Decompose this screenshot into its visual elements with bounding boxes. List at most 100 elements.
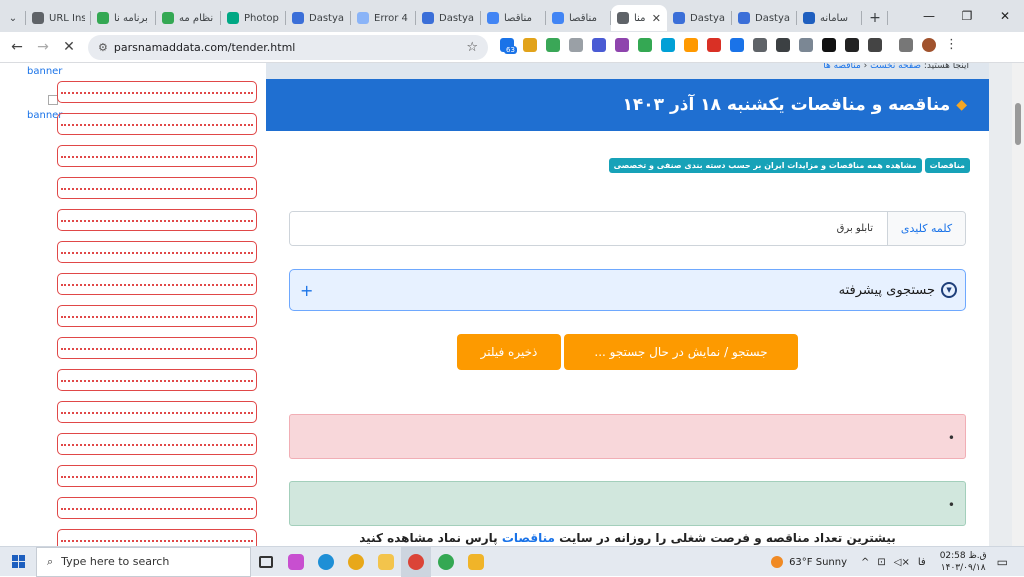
extension-icon[interactable]	[753, 38, 767, 52]
extension-icon[interactable]	[684, 38, 698, 52]
minimize-icon[interactable]: —	[910, 0, 948, 32]
badge-view-all-categories[interactable]: مشاهده همه مناقصات و مزایدات ایران بر حس…	[608, 158, 922, 173]
task-view-icon[interactable]	[251, 547, 281, 577]
bookmark-star-icon[interactable]: ☆	[466, 40, 478, 55]
ad-slot[interactable]	[57, 145, 257, 167]
extension-icon[interactable]	[730, 38, 744, 52]
stop-loading-icon[interactable]: ✕	[56, 39, 82, 55]
extension-icon[interactable]	[638, 38, 652, 52]
browser-tab[interactable]: Dastya	[667, 5, 732, 31]
weather-text[interactable]: 63°F Sunny	[789, 557, 847, 568]
browser-toolbar: ← → ✕ ⚙ parsnamaddata.com/tender.html ☆ …	[0, 32, 1024, 63]
scrollbar-thumb[interactable]	[1015, 103, 1021, 145]
ad-slot[interactable]	[57, 113, 257, 135]
scrollbar[interactable]	[1012, 63, 1024, 546]
breadcrumb-home-link[interactable]: صفحه نخست	[870, 63, 921, 71]
extension-icon[interactable]	[615, 38, 629, 52]
promo-text-part2: پارس نماد مشاهده کنید	[359, 531, 498, 545]
volume-icon[interactable]: ◁×	[894, 557, 910, 568]
tab-title: Dastya	[755, 12, 791, 24]
ad-slot[interactable]	[57, 433, 257, 455]
site-info-icon[interactable]: ⚙	[98, 41, 108, 54]
tab-title: URL Ins	[49, 12, 85, 24]
ad-slot[interactable]	[57, 177, 257, 199]
chrome-profile-2-icon[interactable]	[431, 547, 461, 577]
breadcrumb-prefix: اینجا هستید:	[923, 63, 969, 71]
browser-tab[interactable]: منا ✕	[611, 5, 667, 31]
ad-slot[interactable]	[57, 337, 257, 359]
search-button[interactable]: جستجو / نمایش در حال جستجو ...	[564, 334, 798, 370]
language-indicator[interactable]: فا	[918, 557, 926, 568]
browser-tab[interactable]: مناقصا	[481, 5, 546, 31]
extension-icon[interactable]	[523, 38, 537, 52]
taskbar-search-placeholder: Type here to search	[61, 555, 170, 568]
extension-icon[interactable]: 63	[500, 38, 517, 54]
copilot-icon[interactable]	[281, 547, 311, 577]
browser-tab[interactable]: سامانه	[797, 5, 862, 31]
back-icon[interactable]: ←	[4, 39, 30, 55]
taskbar-search-box[interactable]: ⌕ Type here to search	[36, 546, 251, 577]
notifications-icon[interactable]: ▭	[997, 555, 1008, 569]
ad-slot[interactable]	[57, 401, 257, 423]
browser-tab[interactable]: برنامه نا	[91, 5, 156, 31]
file-explorer-icon[interactable]	[371, 547, 401, 577]
folder-icon[interactable]	[461, 547, 491, 577]
keyword-input[interactable]	[290, 212, 887, 245]
browser-tab[interactable]: Error 4	[351, 5, 416, 31]
extension-icon[interactable]	[661, 38, 675, 52]
edge-icon[interactable]	[311, 547, 341, 577]
save-filter-button[interactable]: ذخیره فیلتر	[457, 334, 561, 370]
browser-tab[interactable]: نظام مه	[156, 5, 221, 31]
chrome-icon[interactable]	[341, 547, 371, 577]
browser-tab[interactable]: مناقصا	[546, 5, 611, 31]
browser-tab[interactable]: URL Ins	[26, 5, 91, 31]
extension-icon[interactable]	[799, 38, 813, 52]
windows-start-icon[interactable]	[0, 547, 36, 577]
close-window-icon[interactable]: ✕	[986, 0, 1024, 32]
tab-search-menu[interactable]: ⌄	[0, 5, 26, 31]
tray-chevron-icon[interactable]: ^	[861, 557, 869, 568]
browser-tab[interactable]: Dastya	[286, 5, 351, 31]
profile-avatar[interactable]	[922, 38, 936, 52]
extension-icon[interactable]	[707, 38, 721, 52]
extension-icon[interactable]	[776, 38, 790, 52]
ad-slot[interactable]	[57, 241, 257, 263]
extension-icon[interactable]	[569, 38, 583, 52]
browser-tab[interactable]: Photop	[221, 5, 286, 31]
menu-kebab-icon[interactable]: ⋮	[945, 38, 959, 52]
ad-slot[interactable]	[57, 529, 257, 546]
extension-icon[interactable]	[592, 38, 606, 52]
extension-icon[interactable]	[546, 38, 560, 52]
weather-sun-icon[interactable]	[771, 556, 784, 568]
forward-icon[interactable]: →	[30, 39, 56, 55]
tab-title: مناقصا	[504, 12, 532, 24]
ad-slot[interactable]	[57, 497, 257, 519]
ad-slot[interactable]	[57, 209, 257, 231]
new-tab-button[interactable]: +	[862, 5, 888, 31]
sidebar-panel-icon[interactable]	[899, 38, 913, 52]
puzzle-icon[interactable]	[868, 38, 882, 52]
search-icon: ⌕	[47, 554, 54, 568]
extension-icon[interactable]	[822, 38, 836, 52]
tab-close-icon[interactable]: ✕	[652, 12, 661, 25]
ad-slot[interactable]	[57, 465, 257, 487]
advanced-search-toggle[interactable]: ▼ جستجوی پیشرفته +	[289, 269, 966, 311]
restore-icon[interactable]: ❐	[948, 0, 986, 32]
ad-slot[interactable]	[57, 81, 257, 103]
tab-title: سامانه	[820, 12, 848, 24]
ad-slot[interactable]	[57, 369, 257, 391]
breadcrumb-current[interactable]: مناقصه ها	[823, 63, 861, 71]
browser-tab[interactable]: Dastya	[416, 5, 481, 31]
address-bar[interactable]: ⚙ parsnamaddata.com/tender.html ☆	[88, 35, 488, 60]
promo-tenders-link[interactable]: مناقصات	[502, 531, 555, 545]
browser-tab[interactable]: Dastya	[732, 5, 797, 31]
plus-icon[interactable]: +	[300, 281, 313, 300]
badge-tenders[interactable]: مناقصات	[924, 158, 970, 173]
network-icon[interactable]: ⊡	[877, 557, 885, 568]
banner-image-alt[interactable]: banner	[27, 66, 62, 77]
chrome-profile-icon[interactable]	[401, 546, 431, 577]
extension-icon[interactable]	[845, 38, 859, 52]
ad-slot[interactable]	[57, 273, 257, 295]
ad-slot[interactable]	[57, 305, 257, 327]
clock[interactable]: ق.ظ 02:58 ۱۴۰۳/۰۹/۱۸	[940, 550, 987, 574]
